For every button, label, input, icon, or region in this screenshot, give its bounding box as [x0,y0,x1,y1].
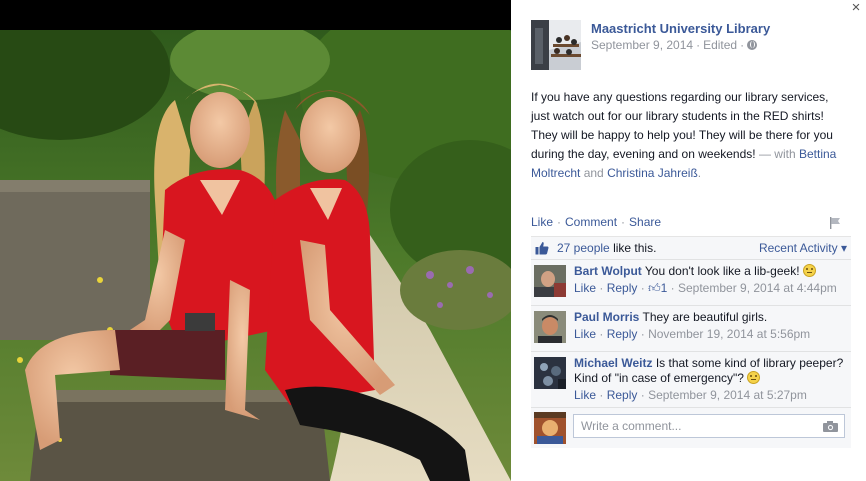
comment-composer [531,408,851,448]
close-icon[interactable]: × [849,0,863,16]
comment-author[interactable]: Michael Weitz [574,356,652,370]
dot-separator: · [640,281,645,295]
with-prefix: — with [758,147,796,161]
camera-icon[interactable] [823,421,838,432]
comment-time[interactable]: November 19, 2014 at 5:56pm [648,327,810,341]
comment-actions: Like · Reply · 👍︎1 · September 9, 2014 a… [574,281,847,296]
comment-actions: Like · Reply · November 19, 2014 at 5:56… [574,327,847,342]
dot-separator: · [599,281,604,295]
dot-separator: · [599,327,604,341]
comment-item: Bart Wolput You don't look like a lib-ge… [531,260,851,306]
write-comment-input[interactable] [573,414,845,438]
post-photo [0,30,511,481]
comment-author[interactable]: Bart Wolput [574,264,642,278]
comment-time[interactable]: September 9, 2014 at 5:27pm [648,388,807,402]
post-date[interactable]: September 9, 2014 [591,38,693,52]
post-actions: Like · Comment · Share [531,215,661,229]
action-separator: · [557,215,562,229]
comment-like-button[interactable]: Like [574,388,596,402]
likes-suffix: like this. [613,241,657,255]
commenter-avatar[interactable] [534,265,566,297]
post-meta: September 9, 2014 · Edited · [591,38,758,52]
page-avatar[interactable] [531,20,581,70]
comment-text: You don't look like a lib-geek! [644,264,800,278]
comment-item: Paul Morris They are beautiful girls. Li… [531,306,851,352]
commenter-avatar[interactable] [534,357,566,389]
post-side-panel: × Maastricht University Library Septembe… [511,0,866,481]
share-button[interactable]: Share [629,215,661,229]
likes-summary: 27 people like this. Recent Activity ▾ [531,237,851,260]
comment-button[interactable]: Comment [565,215,617,229]
comment-author[interactable]: Paul Morris [574,310,639,324]
comment-reply-button[interactable]: Reply [607,281,638,295]
and-text: and [583,166,604,180]
edited-label[interactable]: Edited [703,38,737,52]
likes-count-link[interactable]: 27 people [557,241,610,255]
comment-time[interactable]: September 9, 2014 at 4:44pm [678,281,837,295]
flag-icon[interactable] [829,217,841,229]
comments-section: 27 people like this. Recent Activity ▾ B… [531,236,851,448]
tag-link-christina[interactable]: Christina Jahreiß [607,166,698,180]
like-button[interactable]: Like [531,215,553,229]
tag-period: . [697,166,702,180]
photo-viewer[interactable] [0,0,511,481]
comment-like-count[interactable]: 👍︎1 [648,281,667,295]
recent-activity-dropdown[interactable]: Recent Activity ▾ [759,241,847,255]
action-separator: · [621,215,626,229]
comment-reply-button[interactable]: Reply [607,327,638,341]
viewer-avatar [534,412,566,444]
smiley-emoticon-icon [747,371,761,384]
thumbs-up-icon [535,242,549,255]
post-message: If you have any questions regarding our … [531,88,846,183]
smiley-emoticon-icon [802,264,816,277]
dot-separator: · [640,388,645,402]
comment-text: They are beautiful girls. [642,310,768,324]
meta-separator: · [696,38,701,52]
comment-like-button[interactable]: Like [574,327,596,341]
globe-icon[interactable] [747,40,758,50]
dot-separator: · [599,388,604,402]
small-thumbs-up-icon: 👍︎ [648,281,661,295]
dot-separator: · [640,327,645,341]
meta-separator: · [740,38,745,52]
comment-item: Michael Weitz Is that some kind of libra… [531,352,851,408]
comment-like-button[interactable]: Like [574,281,596,295]
commenter-avatar[interactable] [534,311,566,343]
page-name-link[interactable]: Maastricht University Library [591,21,770,36]
dot-separator: · [670,281,675,295]
comment-actions: Like · Reply · September 9, 2014 at 5:27… [574,388,847,403]
comment-reply-button[interactable]: Reply [607,388,638,402]
